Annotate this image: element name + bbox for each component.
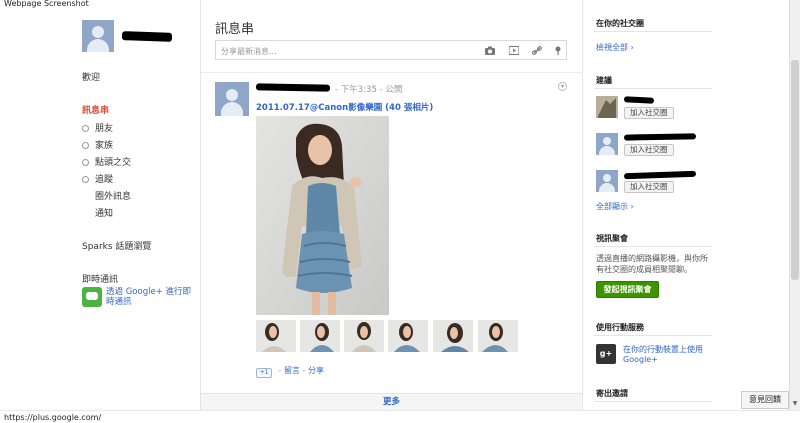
circle-item-acquaintances[interactable]: 點頭之交 xyxy=(82,155,131,168)
share-box[interactable]: 分享最新消息... xyxy=(215,40,567,60)
window-title: Webpage Screenshot xyxy=(4,0,89,8)
invite-heading: 寄出邀請 xyxy=(596,389,628,398)
scroll-down-arrow-icon[interactable]: ▼ xyxy=(791,400,799,408)
circle-label: 朋友 xyxy=(95,124,114,134)
mobile-heading: 使用行動服務 xyxy=(596,323,644,332)
circle-label: 點頭之交 xyxy=(95,158,132,168)
suggestion-avatar[interactable] xyxy=(596,133,618,155)
redacted-suggestion-name xyxy=(623,133,697,141)
in-circles-heading: 在你的社交圈 xyxy=(596,19,644,28)
circle-icon xyxy=(82,142,89,149)
nav-sparks[interactable]: Sparks 話題瀏覽 xyxy=(82,239,151,252)
hangout-heading: 視訊聚會 xyxy=(596,234,628,243)
status-url: https://plus.google.com/ xyxy=(4,413,102,422)
scroll-thumb[interactable] xyxy=(791,60,799,280)
album-thumbnail[interactable] xyxy=(344,320,384,352)
divider xyxy=(594,31,712,32)
post-actions: +1 - 留言 - 分享 xyxy=(256,365,324,378)
post-meta: - 下午3:35 - 公開 xyxy=(335,83,402,95)
album-main-photo[interactable] xyxy=(256,116,389,315)
suggestion-avatar[interactable] xyxy=(596,96,618,118)
nav-stream[interactable]: 訊息串 xyxy=(82,103,109,116)
circle-label: 追蹤 xyxy=(95,175,114,185)
circle-item-family[interactable]: 家族 xyxy=(82,138,113,151)
post-visibility[interactable]: 公開 xyxy=(385,85,402,95)
page-title: 訊息串 xyxy=(215,22,255,37)
google-plus-icon: g+ xyxy=(596,344,616,364)
post-menu-chevron-icon[interactable]: ▾ xyxy=(558,82,567,91)
video-icon[interactable] xyxy=(508,46,520,55)
post-time[interactable]: 下午3:35 xyxy=(341,85,377,95)
share-input[interactable]: 分享最新消息... xyxy=(221,46,277,57)
divider xyxy=(594,88,712,89)
avatar-image xyxy=(82,20,114,52)
add-to-circle-button[interactable]: 加入社交圈 xyxy=(624,107,674,119)
action-separator: - xyxy=(302,366,306,375)
chat-link[interactable]: 透過 Google+ 進行即時通訊 xyxy=(106,287,198,307)
redacted-author-name xyxy=(255,83,331,92)
redacted-profile-name xyxy=(121,31,173,42)
mobile-link[interactable]: 在你的行動裝置上使用 Google+ xyxy=(623,345,713,365)
plus-one-button[interactable]: +1 xyxy=(256,368,272,378)
circle-icon xyxy=(82,159,89,166)
suggestions-heading: 建議 xyxy=(596,76,612,85)
welcome-link[interactable]: 歡迎 xyxy=(82,70,100,83)
circle-icon xyxy=(82,125,89,132)
album-thumbnail[interactable] xyxy=(256,320,296,352)
share-link[interactable]: 分享 xyxy=(308,366,324,375)
view-all-link[interactable]: 檢視全部 › xyxy=(596,42,634,53)
chat-heading: 即時通訊 xyxy=(82,275,119,285)
camera-icon[interactable] xyxy=(485,46,495,55)
profile-avatar[interactable] xyxy=(82,20,114,52)
album-thumbnail[interactable] xyxy=(300,320,340,352)
divider xyxy=(594,246,712,247)
circle-item-following[interactable]: 追蹤 xyxy=(82,172,113,185)
post-author-avatar[interactable] xyxy=(215,82,249,116)
more-button[interactable]: 更多 xyxy=(201,393,582,410)
post-separator: - xyxy=(335,85,339,95)
circle-label: 家族 xyxy=(95,141,114,151)
nav-incoming[interactable]: 圈外訊息 xyxy=(95,189,131,202)
add-to-circle-button[interactable]: 加入社交圈 xyxy=(624,144,674,156)
redacted-suggestion-name xyxy=(623,170,697,180)
comment-link[interactable]: 留言 xyxy=(284,366,300,375)
suggestion-avatar[interactable] xyxy=(596,170,618,192)
album-title-link[interactable]: 2011.07.17@Canon影像樂園 (40 張相片) xyxy=(256,101,433,113)
start-hangout-button[interactable]: 發起視訊聚會 xyxy=(596,281,659,298)
column-divider-left xyxy=(200,0,201,423)
show-all-link[interactable]: 全部顯示 › xyxy=(596,201,634,212)
location-icon[interactable] xyxy=(553,46,563,55)
feedback-button[interactable]: 意見回饋 xyxy=(741,391,789,409)
nav-notifications[interactable]: 通知 xyxy=(95,206,113,219)
circle-icon xyxy=(82,176,89,183)
divider xyxy=(594,401,712,402)
divider xyxy=(594,335,712,336)
action-separator: - xyxy=(278,366,282,375)
circle-item-friends[interactable]: 朋友 xyxy=(82,121,113,134)
add-to-circle-button[interactable]: 加入社交圈 xyxy=(624,181,674,193)
hangout-description: 透過直播的網路攝影機，與你所有社交圈的成員相聚閒聊。 xyxy=(596,254,708,274)
album-thumbnail[interactable] xyxy=(433,320,473,352)
status-bar: https://plus.google.com/ xyxy=(0,410,800,423)
album-thumbnail[interactable] xyxy=(388,320,428,352)
album-thumbnail[interactable] xyxy=(478,320,518,352)
link-icon[interactable] xyxy=(532,46,542,55)
scrollbar[interactable]: ▼ xyxy=(789,0,800,410)
column-divider-right xyxy=(582,0,583,423)
post-separator: - xyxy=(379,85,383,95)
divider xyxy=(201,72,582,73)
chat-bubble-icon xyxy=(82,287,102,307)
redacted-suggestion-name xyxy=(623,96,655,104)
